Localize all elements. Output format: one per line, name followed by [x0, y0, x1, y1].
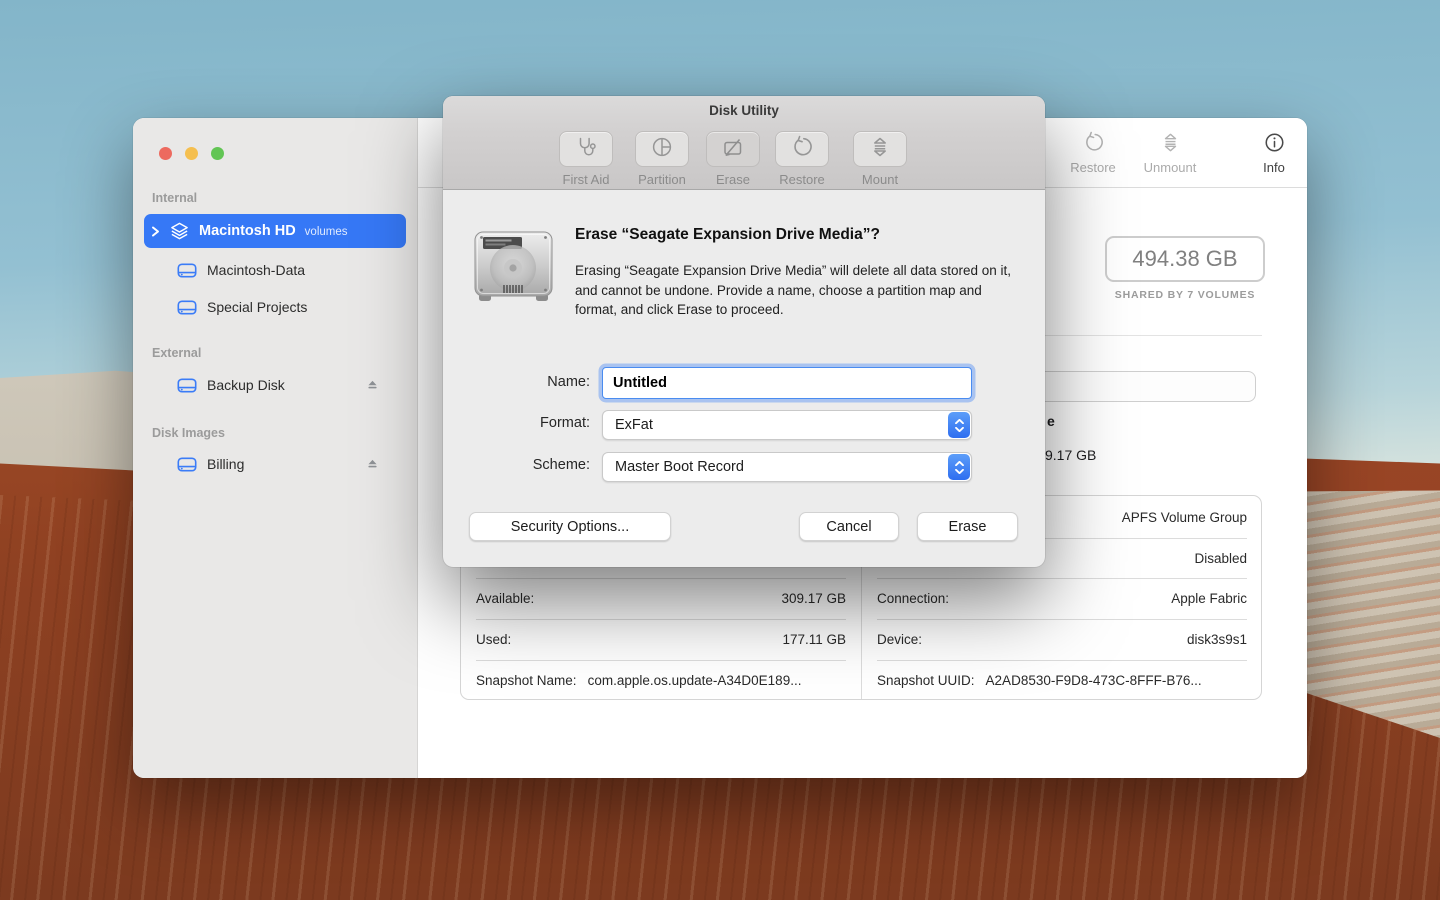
volume-icon: [177, 300, 198, 315]
restore-icon: [1053, 129, 1133, 155]
volume-icon: [177, 378, 198, 393]
sidebar-section-disk-images: Disk Images: [152, 426, 225, 440]
sidebar-item-macintosh-hd[interactable]: Macintosh HD volumes: [144, 214, 406, 248]
sidebar-item-label: Billing: [207, 456, 244, 472]
stepper-icon: [948, 412, 970, 438]
sidebar-item-special-projects[interactable]: Special Projects: [144, 290, 406, 324]
sidebar-item-billing[interactable]: Billing: [144, 447, 406, 481]
dialog-title: Disk Utility: [443, 96, 1045, 125]
security-options-button[interactable]: Security Options...: [469, 512, 671, 541]
usage-legend-value-partial: 9.17 GB: [1045, 447, 1096, 463]
sidebar-item-label: Macintosh HD: [199, 223, 296, 239]
table-row-connection: Connection: Apple Fabric: [862, 578, 1262, 619]
sidebar-section-internal: Internal: [152, 191, 197, 205]
toolbar-erase-button[interactable]: Erase: [693, 131, 773, 187]
scheme-popup[interactable]: Master Boot Record: [602, 452, 972, 482]
toolbar-unmount-button[interactable]: Unmount: [1130, 129, 1210, 175]
format-label: Format:: [463, 415, 590, 431]
partition-icon: [650, 135, 674, 164]
table-row-used: Used: 177.11 GB: [461, 619, 861, 660]
capacity-value: 494.38 GB: [1105, 236, 1265, 282]
erase-button[interactable]: Erase: [917, 512, 1018, 541]
cancel-button[interactable]: Cancel: [799, 512, 899, 541]
usage-legend-label-partial: e: [1047, 413, 1055, 429]
toolbar-partition-button[interactable]: Partition: [622, 131, 702, 187]
eject-button[interactable]: [365, 378, 380, 393]
toolbar-restore-button[interactable]: Restore: [1053, 129, 1133, 175]
capacity-caption: SHARED BY 7 VOLUMES: [1085, 289, 1285, 301]
dialog-heading: Erase “Seagate Expansion Drive Media”?: [575, 226, 1025, 244]
close-button[interactable]: [159, 147, 172, 160]
minimize-button[interactable]: [185, 147, 198, 160]
toolbar-first-aid-button[interactable]: First Aid: [546, 131, 626, 187]
table-row-snapshot-uuid: Snapshot UUID: A2AD8530-F9D8-473C-8FFF-B…: [862, 660, 1262, 701]
first-aid-icon: [574, 135, 598, 164]
sidebar-section-external: External: [152, 346, 201, 360]
dialog-content: Erase “Seagate Expansion Drive Media”? E…: [443, 190, 1045, 567]
info-icon: [1234, 129, 1307, 155]
desktop: Internal Macintosh HD volumes: [0, 0, 1440, 900]
dialog-titlebar[interactable]: Disk Utility First Aid Partition: [443, 96, 1045, 190]
restore-icon: [790, 135, 814, 164]
erase-icon: [721, 135, 745, 164]
hard-disk-icon: [470, 223, 558, 316]
stepper-icon: [948, 454, 970, 480]
table-row-snapshot-name: Snapshot Name: com.apple.os.update-A34D0…: [461, 660, 861, 701]
table-row-device: Device: disk3s9s1: [862, 619, 1262, 660]
volume-icon: [177, 263, 198, 278]
volume-icon: [177, 457, 198, 472]
unmount-icon: [1130, 129, 1210, 155]
volume-stack-icon: [169, 221, 190, 242]
scheme-label: Scheme:: [463, 457, 590, 473]
table-row-available: Available: 309.17 GB: [461, 578, 861, 619]
eject-button[interactable]: [365, 457, 380, 472]
name-input[interactable]: [602, 367, 972, 399]
toolbar-restore-button[interactable]: Restore: [762, 131, 842, 187]
format-popup[interactable]: ExFat: [602, 410, 972, 440]
disclosure-chevron-icon[interactable]: [151, 226, 165, 237]
zoom-button[interactable]: [211, 147, 224, 160]
erase-dialog-window: Disk Utility First Aid Partition: [443, 96, 1045, 567]
mount-icon: [868, 135, 892, 164]
dialog-message: Erasing “Seagate Expansion Drive Media” …: [575, 261, 1013, 320]
sidebar-item-badge: volumes: [305, 224, 348, 238]
sidebar-item-label: Backup Disk: [207, 377, 285, 393]
sidebar-item-label: Macintosh-Data: [207, 262, 305, 278]
sidebar-item-backup-disk[interactable]: Backup Disk: [144, 368, 406, 402]
sidebar-item-label: Special Projects: [207, 299, 307, 315]
name-label: Name:: [463, 374, 590, 390]
toolbar-info-button[interactable]: Info: [1234, 129, 1307, 175]
sidebar: Internal Macintosh HD volumes: [133, 118, 418, 778]
sidebar-item-macintosh-data[interactable]: Macintosh-Data: [144, 253, 406, 287]
toolbar-mount-button[interactable]: Mount: [840, 131, 920, 187]
